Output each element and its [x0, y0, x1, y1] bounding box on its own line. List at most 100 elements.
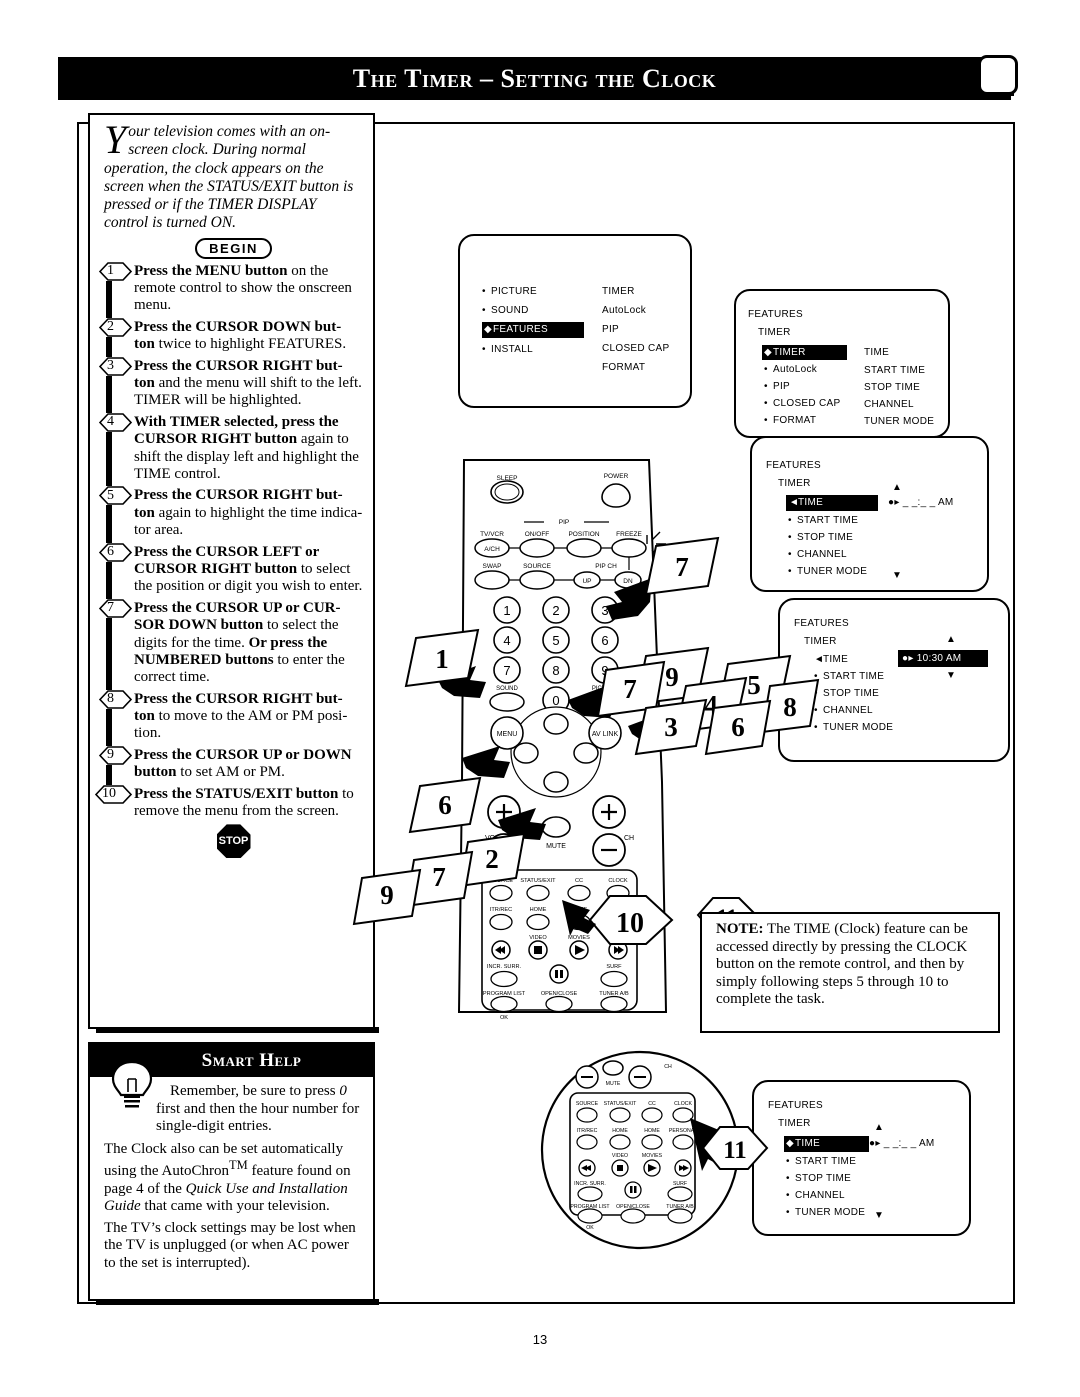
svg-text:CH: CH: [664, 1064, 672, 1070]
instruction-steps-panel: Your television comes with an on-screen …: [88, 113, 379, 1033]
step-2-bold: Press the CURSOR DOWN but-: [134, 318, 342, 335]
sh-p2c: that came with your television.: [140, 1198, 330, 1215]
step-number-marker-6: 6: [98, 542, 133, 562]
step-connector-6: [106, 561, 112, 599]
step-5-bold: Press the CURSOR RIGHT but-: [134, 487, 343, 504]
step-number-marker-1: 1: [98, 261, 133, 281]
svg-text:MUTE: MUTE: [606, 1081, 621, 1087]
intro-paragraph: Your television comes with an on-screen …: [104, 117, 363, 233]
step-1-bold: Press the MENU button: [134, 262, 288, 279]
osd3-down-arrow-icon: ▼: [892, 570, 903, 581]
step-10-bold: Press the STATUS/EXIT button: [134, 785, 339, 802]
step-1: 1 Press the MENU button on the remote co…: [98, 261, 363, 318]
osd3-item-0: TIME: [798, 497, 824, 508]
svg-text:OK: OK: [586, 1225, 594, 1231]
step-number-4: 4: [107, 414, 114, 430]
svg-text:2: 2: [485, 844, 499, 874]
intro-dropcap: Y: [104, 117, 127, 162]
step-connector-1: [106, 280, 112, 318]
osd2-crumb2: TIMER: [758, 327, 791, 338]
osd4-item-0: TIME: [823, 654, 849, 665]
step-number-7: 7: [107, 600, 114, 616]
osd5-crumb2: TIMER: [778, 1118, 811, 1129]
osd2-highlight-timer: ◆TIMER: [762, 345, 847, 360]
sh-p1a: Remember, be sure to press: [170, 1083, 340, 1099]
step-number-marker-9: 9: [98, 746, 133, 765]
step-connector-9: [106, 764, 112, 785]
smart-help-p3: The TV’s clock settings may be lost when…: [104, 1219, 356, 1271]
svg-text:VIDEO: VIDEO: [612, 1153, 628, 1159]
osd5-down-arrow-icon: ▼: [874, 1210, 885, 1221]
svg-text:1: 1: [435, 644, 449, 674]
osd5-item-4: TUNER MODE: [795, 1207, 866, 1218]
osd5-value: ●▸ _ _:_ _ AM: [869, 1138, 935, 1149]
step-connector-2: [106, 336, 112, 357]
note-label: NOTE:: [716, 921, 764, 937]
sh-p1b: first and then the hour number for singl…: [156, 1100, 360, 1135]
step-6: 6 Press the CURSOR LEFT or CURSOR RIGHT …: [98, 542, 363, 599]
osd4-value-box: ●▸ 10:30 AM: [898, 650, 988, 667]
smart-help-panel: Smart Help Remember, be sure to press 0 …: [88, 1042, 379, 1305]
osd3-crumb2: TIMER: [778, 478, 811, 489]
svg-text:HOME: HOME: [644, 1128, 660, 1134]
osd2-item-4: FORMAT: [773, 415, 817, 426]
step-number-2: 2: [107, 319, 114, 335]
step-number-10: 10: [102, 786, 116, 801]
step-number-marker-4: 4: [98, 413, 133, 432]
osd1-highlight-features: ◆FEATURES: [482, 322, 584, 338]
osd1-right-1: AutoLock: [602, 305, 647, 316]
page-header-bar: The Timer – Setting the Clock: [58, 57, 1011, 100]
step-9: 9 Press the CURSOR UP or DOWN button to …: [98, 746, 363, 785]
step-3: 3 Press the CURSOR RIGHT but- ton and th…: [98, 356, 363, 413]
step-7-bold: Press the CURSOR UP or CUR-: [134, 599, 341, 616]
step-2: 2 Press the CURSOR DOWN but- ton twice t…: [98, 318, 363, 357]
step-5-rest: again to highlight the time indica-tor a…: [134, 504, 363, 539]
osd2-item-2: PIP: [773, 381, 791, 392]
step-connector-8: [106, 708, 112, 746]
step-9-bold: Press the CURSOR UP or: [134, 746, 300, 763]
svg-text:11: 11: [723, 1137, 747, 1164]
osd5-up-arrow-icon: ▲: [874, 1122, 885, 1133]
svg-text:SURF: SURF: [673, 1181, 687, 1187]
osd4-item-1: START TIME: [823, 671, 885, 682]
step-9-rest: to set AM or PM.: [176, 764, 285, 781]
tv-screen-icon: [975, 52, 1018, 98]
callout-tag-11-magnifier: 11: [701, 1126, 769, 1170]
svg-text:ITR/REC: ITR/REC: [577, 1128, 598, 1134]
svg-text:7: 7: [623, 674, 637, 704]
step-number-1: 1: [107, 263, 114, 279]
svg-text:INCR. SURR.: INCR. SURR.: [574, 1181, 606, 1187]
osd4-item-4: TUNER MODE: [823, 722, 894, 733]
lightbulb-icon: [104, 1050, 160, 1108]
svg-text:8: 8: [783, 692, 797, 722]
osd2-item-1: AutoLock: [773, 364, 818, 375]
svg-text:HOME: HOME: [612, 1128, 628, 1134]
stop-badge: STOP: [216, 824, 251, 859]
osd-features-timer: FEATURES TIMER ◆TIMER • AutoLock • PIP • CL…: [734, 289, 955, 443]
sh-p1i: 0: [339, 1083, 347, 1099]
osd1-right-0: TIMER: [602, 286, 635, 297]
svg-text:SURF: SURF: [606, 964, 622, 970]
callout-tag-10: 10: [562, 895, 674, 945]
svg-text:6: 6: [438, 790, 452, 820]
osd-main-menu: • PICTURE • SOUND ◆FEATURES • INSTALL TIMER…: [458, 234, 697, 413]
step-6-bold: Press the CURSOR LEFT or: [134, 543, 320, 560]
smart-help-title: Smart Help: [201, 1049, 302, 1071]
osd4-up-arrow-icon: ▲: [946, 634, 957, 645]
osd1-item-1: SOUND: [491, 305, 529, 316]
osd1-right-2: PIP: [602, 324, 620, 335]
osd2-right-4: TUNER MODE: [864, 416, 935, 427]
svg-text:3: 3: [664, 712, 678, 742]
step-number-3: 3: [107, 358, 114, 374]
step-2-bold2: ton: [134, 336, 155, 353]
step-number-9: 9: [107, 747, 114, 763]
step-number-marker-10: 10: [94, 784, 133, 804]
step-10: 10 Press the STATUS/EXIT button to remov…: [94, 784, 363, 821]
osd3-up-arrow-icon: ▲: [892, 482, 903, 493]
step-connector-5: [106, 505, 112, 543]
svg-text:5: 5: [747, 670, 761, 700]
osd4-down-arrow-icon: ▼: [946, 670, 957, 681]
svg-text:INCR. SURR.: INCR. SURR.: [487, 964, 522, 970]
osd2-item-3: CLOSED CAP: [773, 398, 841, 409]
step-number-8: 8: [107, 691, 114, 707]
